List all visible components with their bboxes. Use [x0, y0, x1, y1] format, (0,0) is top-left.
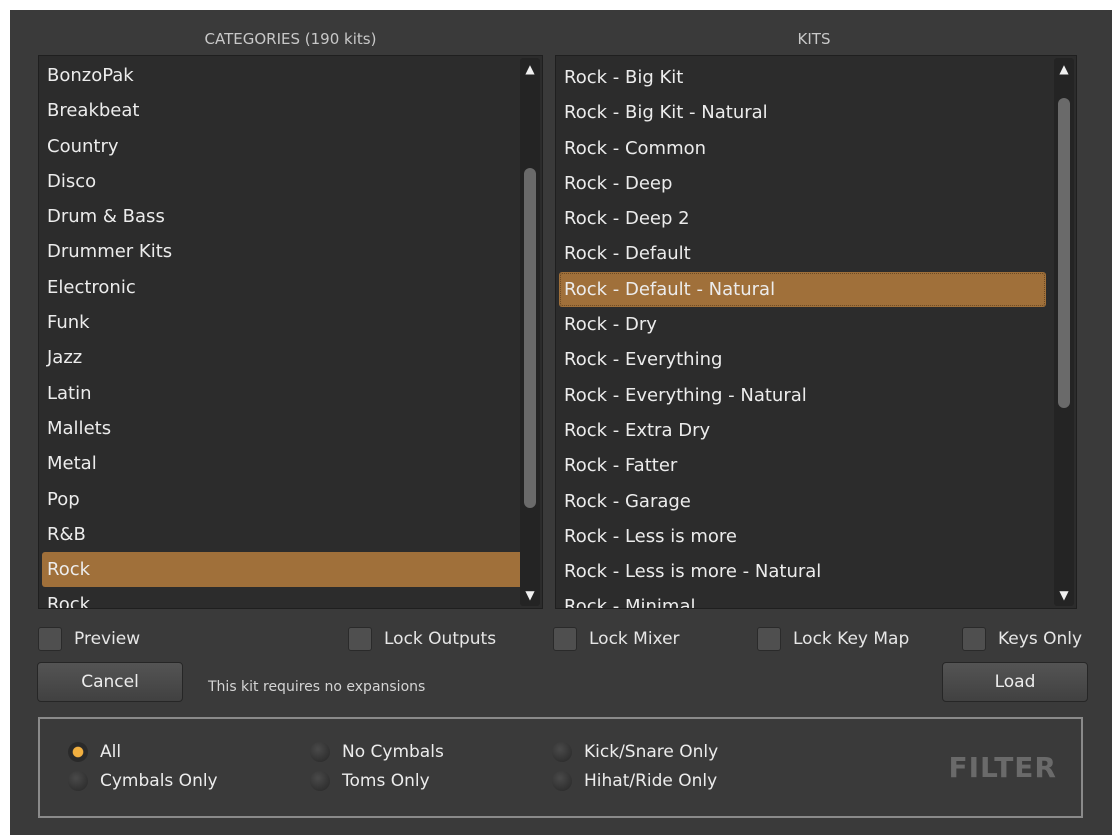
filter-no-cymbals-radio[interactable]: No Cymbals: [310, 742, 444, 762]
category-item[interactable]: R&B: [39, 517, 542, 552]
kit-browser-window: CATEGORIES (190 kits) BonzoPak Breakbeat…: [10, 10, 1112, 835]
radio-icon[interactable]: [310, 771, 330, 791]
lock-outputs-checkbox[interactable]: Lock Outputs: [348, 626, 496, 652]
kits-list[interactable]: Rock - Big Kit Rock - Big Kit - Natural …: [555, 55, 1077, 609]
keys-only-label: Keys Only: [998, 629, 1083, 649]
kit-item[interactable]: Rock - Deep: [556, 166, 1076, 201]
filter-hihat-ride-only-label: Hihat/Ride Only: [584, 771, 718, 791]
category-item[interactable]: Breakbeat: [39, 93, 542, 128]
radio-icon[interactable]: [68, 771, 88, 791]
category-item[interactable]: Country: [39, 129, 542, 164]
checkbox-icon[interactable]: [348, 627, 372, 651]
kit-item[interactable]: Rock - Big Kit - Natural: [556, 95, 1076, 130]
filter-all-label: All: [100, 742, 122, 762]
radio-icon[interactable]: [310, 742, 330, 762]
kit-item[interactable]: Rock - Common: [556, 131, 1076, 166]
category-item[interactable]: Mallets: [39, 411, 542, 446]
category-item[interactable]: Metal: [39, 446, 542, 481]
kits-title: KITS: [797, 30, 831, 48]
category-item[interactable]: Drummer Kits: [39, 234, 542, 269]
filter-title: FILTER: [948, 751, 1057, 784]
checkbox-icon[interactable]: [757, 627, 781, 651]
category-item[interactable]: Latin: [39, 376, 542, 411]
category-item[interactable]: Drum & Bass: [39, 199, 542, 234]
filter-all-radio[interactable]: All: [68, 742, 121, 762]
category-item[interactable]: Rock: [39, 587, 542, 608]
cancel-button[interactable]: Cancel: [37, 662, 183, 702]
filter-toms-only-label: Toms Only: [342, 771, 430, 791]
category-item[interactable]: Disco: [39, 164, 542, 199]
radio-icon[interactable]: [552, 742, 572, 762]
expansion-status-text: This kit requires no expansions: [208, 679, 426, 695]
filter-toms-only-radio[interactable]: Toms Only: [310, 771, 430, 791]
kit-item[interactable]: Rock - Deep 2: [556, 201, 1076, 236]
scroll-up-icon[interactable]: ▲: [520, 60, 540, 78]
checkbox-icon[interactable]: [38, 627, 62, 651]
lock-outputs-label: Lock Outputs: [384, 629, 497, 649]
keys-only-checkbox[interactable]: Keys Only: [962, 626, 1082, 652]
lock-mixer-checkbox[interactable]: Lock Mixer: [553, 626, 680, 652]
filter-kick-snare-only-radio[interactable]: Kick/Snare Only: [552, 742, 718, 762]
kit-item[interactable]: Rock - Dry: [556, 307, 1076, 342]
kit-item[interactable]: Rock - Fatter: [556, 448, 1076, 483]
categories-list[interactable]: BonzoPak Breakbeat Country Disco Drum & …: [38, 55, 543, 609]
lock-key-map-label: Lock Key Map: [793, 629, 910, 649]
category-item[interactable]: BonzoPak: [39, 58, 542, 93]
filter-kick-snare-only-label: Kick/Snare Only: [584, 742, 719, 762]
scroll-down-icon[interactable]: ▼: [520, 586, 540, 604]
kit-item[interactable]: Rock - Less is more: [556, 519, 1076, 554]
categories-scrollbar[interactable]: ▲ ▼: [520, 58, 540, 606]
scroll-thumb[interactable]: [1058, 98, 1070, 408]
lock-mixer-label: Lock Mixer: [589, 629, 680, 649]
category-item[interactable]: Funk: [39, 305, 542, 340]
kit-item[interactable]: Rock - Everything: [556, 342, 1076, 377]
category-item[interactable]: Jazz: [39, 340, 542, 375]
radio-icon[interactable]: [68, 742, 88, 762]
kit-item[interactable]: Rock - Less is more - Natural: [556, 554, 1076, 589]
checkbox-icon[interactable]: [553, 627, 577, 651]
scroll-up-icon[interactable]: ▲: [1054, 60, 1074, 78]
kit-item[interactable]: Rock - Everything - Natural: [556, 378, 1076, 413]
kit-item[interactable]: Rock - Default: [556, 236, 1076, 271]
load-button[interactable]: Load: [942, 662, 1088, 702]
kit-item[interactable]: Rock - Big Kit: [556, 60, 1076, 95]
filter-cymbals-only-label: Cymbals Only: [100, 771, 218, 791]
kit-item-selected[interactable]: Rock - Default - Natural: [559, 271, 1046, 308]
category-item[interactable]: Pop: [39, 482, 542, 517]
scroll-thumb[interactable]: [524, 168, 536, 508]
preview-label: Preview: [74, 629, 141, 649]
filter-group: All Cymbals Only No Cymbals Toms Only Ki…: [38, 717, 1083, 818]
kit-item[interactable]: Rock - Minimal: [556, 589, 1076, 608]
category-item[interactable]: Electronic: [39, 270, 542, 305]
lock-key-map-checkbox[interactable]: Lock Key Map: [757, 626, 909, 652]
category-item-selected[interactable]: Rock: [42, 552, 538, 588]
kits-scrollbar[interactable]: ▲ ▼: [1054, 58, 1074, 606]
kit-item[interactable]: Rock - Extra Dry: [556, 413, 1076, 448]
categories-title: CATEGORIES (190 kits): [204, 30, 377, 48]
kit-item[interactable]: Rock - Garage: [556, 484, 1076, 519]
checkbox-icon[interactable]: [962, 627, 986, 651]
preview-checkbox[interactable]: Preview: [38, 626, 140, 652]
scroll-down-icon[interactable]: ▼: [1054, 586, 1074, 604]
filter-cymbals-only-radio[interactable]: Cymbals Only: [68, 771, 218, 791]
filter-no-cymbals-label: No Cymbals: [342, 742, 444, 762]
filter-hihat-ride-only-radio[interactable]: Hihat/Ride Only: [552, 771, 717, 791]
radio-icon[interactable]: [552, 771, 572, 791]
